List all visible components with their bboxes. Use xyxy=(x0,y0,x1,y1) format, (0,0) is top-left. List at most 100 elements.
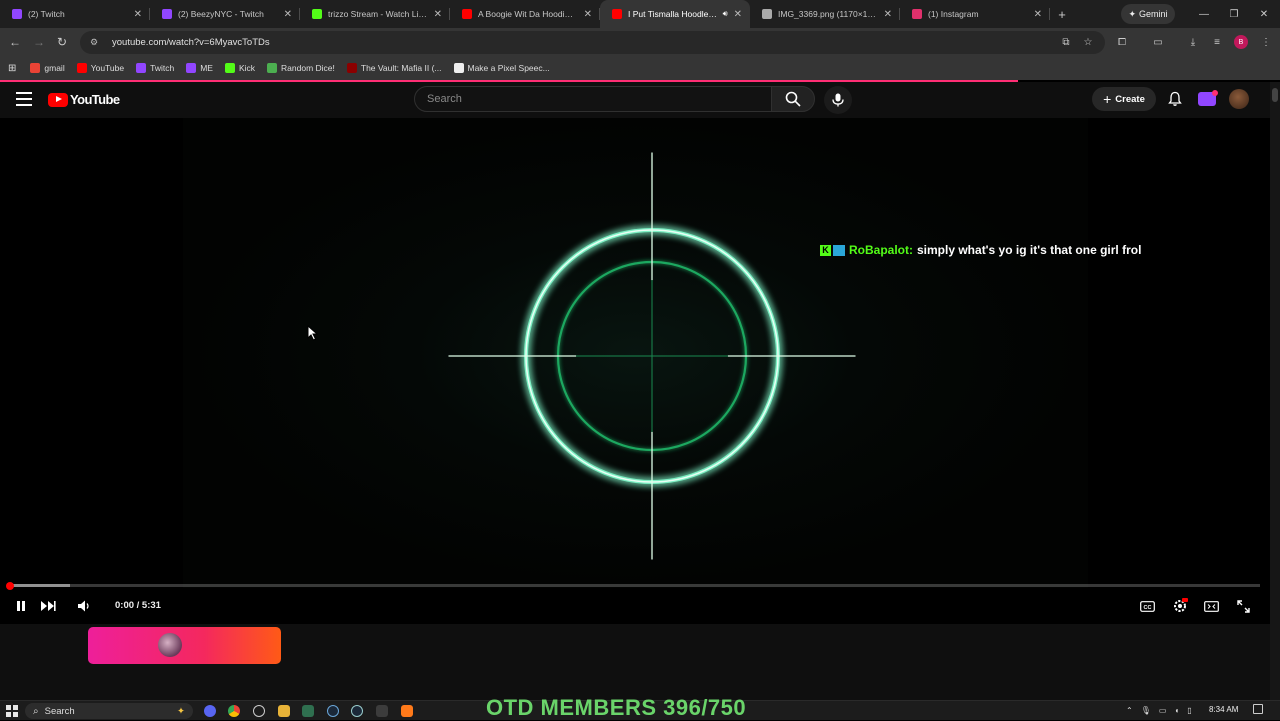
address-bar[interactable]: ⚙ youtube.com/watch?v=6MyavcToTDs xyxy=(80,31,1105,54)
scrubber-knob[interactable] xyxy=(6,581,14,590)
steam-icon[interactable] xyxy=(327,705,339,717)
bookmark-label: Kick xyxy=(238,63,256,73)
video-time-display: 0:00 / 5:31 xyxy=(115,600,161,611)
tab-favicon-icon xyxy=(12,9,22,19)
bookmarks-list: gmail YouTube Twitch ME Kick Random Dice! The … xyxy=(30,63,561,73)
bookmark-item[interactable]: YouTube xyxy=(76,63,125,73)
chat-badge-icon xyxy=(833,244,845,256)
video-progress-bar[interactable] xyxy=(6,581,1260,590)
scrollbar-thumb[interactable] xyxy=(1272,88,1278,102)
restore-window-icon[interactable]: ❐ xyxy=(1218,0,1250,28)
tab-close-icon[interactable]: ✕ xyxy=(884,9,892,20)
windows-start-icon[interactable] xyxy=(6,705,18,717)
reload-icon[interactable]: ↻ xyxy=(54,34,70,50)
launcher-icon[interactable] xyxy=(401,705,413,717)
bookmark-label: YouTube xyxy=(90,63,125,73)
settings-app-icon[interactable] xyxy=(253,705,265,717)
video-player[interactable] xyxy=(0,118,1270,624)
back-icon[interactable]: ← xyxy=(7,34,23,50)
discord-icon[interactable] xyxy=(204,705,216,717)
bookmark-label: Twitch xyxy=(150,63,175,73)
search-icon xyxy=(785,91,801,107)
side-panel-icon[interactable]: ▭ xyxy=(1150,34,1166,50)
new-tab-button[interactable]: + xyxy=(1050,0,1074,28)
close-window-icon[interactable]: ✕ xyxy=(1248,0,1280,28)
media-controls-icon[interactable]: ≡ xyxy=(1209,34,1225,50)
tab-close-icon[interactable]: ✕ xyxy=(284,9,292,20)
browser-tab[interactable]: (2) Twitch ✕ xyxy=(0,0,150,28)
youtube-search-input[interactable]: Search xyxy=(414,86,772,112)
steam-alt-icon[interactable] xyxy=(351,705,363,717)
next-button[interactable] xyxy=(40,598,56,614)
twitch-extension-icon[interactable] xyxy=(1198,90,1218,106)
tab-separator xyxy=(1049,8,1050,20)
tab-close-icon[interactable]: ✕ xyxy=(584,9,592,20)
forward-icon[interactable]: → xyxy=(31,34,47,50)
tab-close-icon[interactable]: ✕ xyxy=(1034,9,1042,20)
bookmark-item[interactable]: Kick xyxy=(224,63,256,73)
battery-icon[interactable]: ▯ xyxy=(1187,706,1191,715)
site-info-icon[interactable]: ⚙ xyxy=(90,37,102,49)
notifications-bell-icon[interactable] xyxy=(1167,91,1183,107)
browser-tab[interactable]: I Put Tismalla Hoodlegen 🔊︎ ✕ xyxy=(600,0,750,28)
taskbar-clock[interactable]: 8:34 AM xyxy=(1209,705,1238,714)
gemini-button[interactable]: ✦ Gemini xyxy=(1121,4,1175,24)
downloads-icon[interactable]: ⤓ xyxy=(1185,34,1201,50)
file-explorer-icon[interactable] xyxy=(278,705,290,717)
terminal-icon[interactable] xyxy=(302,705,314,717)
bookmark-favicon-icon xyxy=(136,63,147,73)
tab-audio-icon[interactable]: 🔊︎ xyxy=(723,9,728,19)
extensions-icon[interactable]: ⧠ xyxy=(1114,34,1130,50)
bookmark-item[interactable]: Make a Pixel Speec... xyxy=(453,63,550,73)
browser-tab[interactable]: IMG_3369.png (1170×1738) ✕ xyxy=(750,0,900,28)
youtube-logo[interactable]: YouTube xyxy=(48,92,120,107)
tab-close-icon[interactable]: ✕ xyxy=(134,9,142,20)
speaker-icon[interactable]: ◖ xyxy=(1174,706,1179,715)
minimize-window-icon[interactable]: — xyxy=(1188,0,1220,28)
tab-close-icon[interactable]: ✕ xyxy=(434,9,442,20)
browser-tab[interactable]: (2) BeezyNYC - Twitch ✕ xyxy=(150,0,300,28)
page-scrollbar[interactable] xyxy=(1270,82,1280,700)
notifications-icon[interactable] xyxy=(1253,704,1263,714)
pause-button[interactable] xyxy=(13,598,29,614)
chrome-icon[interactable] xyxy=(228,705,240,717)
app-icon[interactable] xyxy=(376,705,388,717)
fullscreen-button[interactable] xyxy=(1235,598,1251,614)
network-icon[interactable]: ▭ xyxy=(1159,706,1167,715)
captions-button[interactable]: CC xyxy=(1139,598,1155,614)
browser-tab[interactable]: (1) Instagram ✕ xyxy=(900,0,1050,28)
profile-avatar[interactable]: B xyxy=(1234,35,1248,49)
bookmark-star-icon[interactable]: ☆ xyxy=(1081,35,1095,49)
chevron-up-icon[interactable]: ⌃ xyxy=(1126,706,1133,715)
theater-mode-button[interactable] xyxy=(1203,598,1219,614)
bookmark-item[interactable]: gmail xyxy=(30,63,65,73)
search-placeholder: Search xyxy=(427,93,462,105)
mouse-cursor-icon xyxy=(307,325,319,341)
bookmark-item[interactable]: Random Dice! xyxy=(267,63,335,73)
voice-search-button[interactable] xyxy=(824,86,852,114)
taskbar-search[interactable]: ⌕ Search ✦ xyxy=(25,703,193,719)
bookmark-label: The Vault: Mafia II (... xyxy=(360,63,442,73)
apps-grid-icon[interactable]: ⊞ xyxy=(8,63,16,74)
hamburger-menu-icon[interactable] xyxy=(16,92,32,106)
browser-tab[interactable]: trizzo Stream - Watch Live on ✕ xyxy=(300,0,450,28)
chrome-menu-icon[interactable]: ⋮ xyxy=(1258,34,1274,50)
install-app-icon[interactable]: ⧉ xyxy=(1059,35,1073,49)
plus-icon: + xyxy=(1103,91,1112,107)
bookmark-item[interactable]: Twitch xyxy=(136,63,174,73)
microphone-tray-icon[interactable]: 🎙︎ xyxy=(1141,706,1151,715)
account-avatar[interactable] xyxy=(1229,89,1249,109)
settings-button[interactable] xyxy=(1172,598,1188,614)
chat-message-text: simply what's yo ig it's that one girl f… xyxy=(917,243,1142,257)
volume-button[interactable] xyxy=(76,598,92,614)
youtube-search-button[interactable] xyxy=(771,86,815,112)
sparkle-icon: ✦ xyxy=(1128,8,1137,19)
bookmark-item[interactable]: ME xyxy=(186,63,213,73)
browser-tab[interactable]: A Boogie Wit Da Hoodie - W ✕ xyxy=(450,0,600,28)
tab-close-icon[interactable]: ✕ xyxy=(734,9,742,20)
bookmark-item[interactable]: The Vault: Mafia II (... xyxy=(346,63,442,73)
next-icon xyxy=(41,601,56,611)
microphone-icon xyxy=(832,93,844,107)
tab-title: I Put Tismalla Hoodlegen xyxy=(628,9,719,19)
create-button[interactable]: + Create xyxy=(1092,87,1156,111)
